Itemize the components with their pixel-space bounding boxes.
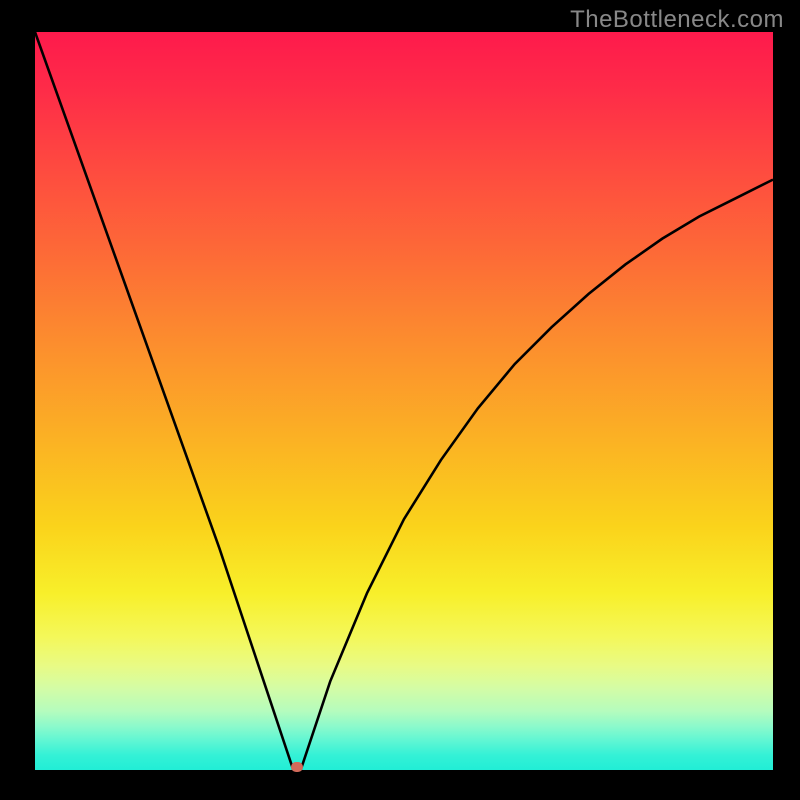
optimal-point-marker <box>291 762 303 772</box>
curve-path <box>35 32 773 770</box>
bottleneck-curve <box>35 32 773 770</box>
chart-stage: TheBottleneck.com <box>0 0 800 800</box>
watermark-text: TheBottleneck.com <box>570 6 784 34</box>
plot-area <box>35 32 773 770</box>
